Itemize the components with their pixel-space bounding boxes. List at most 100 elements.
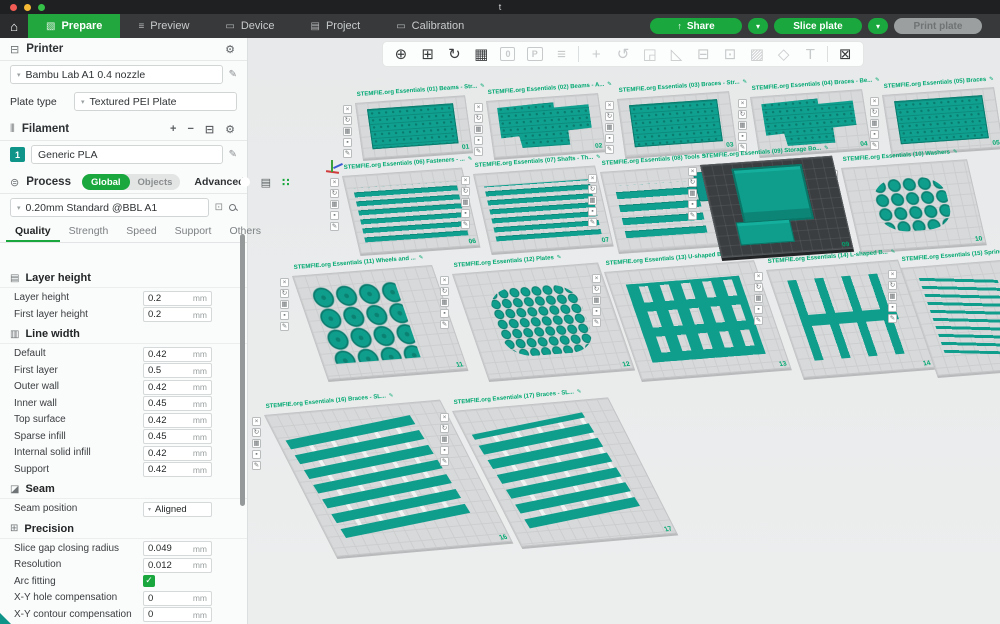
- plate-15[interactable]: STEMFIE.org Essentials (15) Spring Pins✎…: [888, 248, 1000, 376]
- plate-settings-icon[interactable]: ▦: [688, 189, 697, 198]
- plate-name-icon[interactable]: ✎: [330, 222, 339, 231]
- setting-input[interactable]: 0 mm: [143, 607, 212, 622]
- auto-orient-icon[interactable]: ↻: [445, 44, 465, 64]
- plate-close-icon[interactable]: ×: [440, 276, 449, 285]
- plate-surface[interactable]: 05: [882, 87, 1000, 155]
- add-model-icon[interactable]: ⊕: [391, 44, 411, 64]
- plate-settings-icon[interactable]: ▦: [754, 294, 763, 303]
- plate-arrange-icon[interactable]: ↻: [605, 112, 614, 121]
- 3d-viewport[interactable]: ⊕ ⊞ ↻ ▦ 0 P ≡ + ↺ ◲ ◺ ⊟ ⊡ ▨ ◇ T ⊠ STEMFIE.org Essentials…: [248, 38, 1000, 624]
- plate-close-icon[interactable]: ×: [280, 278, 289, 287]
- plate-surface[interactable]: 10: [841, 159, 987, 252]
- plate-arrange-icon[interactable]: ↻: [474, 114, 483, 123]
- plate-11[interactable]: STEMFIE.org Essentials (11) Wheels and .…: [280, 255, 468, 380]
- plate-surface[interactable]: 09: [700, 155, 854, 258]
- plate-objects[interactable]: [731, 164, 814, 224]
- plate-surface[interactable]: 17: [452, 397, 678, 547]
- plate-name-icon[interactable]: ✎: [888, 314, 897, 323]
- remove-filament-icon[interactable]: −: [185, 123, 195, 135]
- rotate-icon[interactable]: ↺: [613, 44, 633, 64]
- plate-name-icon[interactable]: ✎: [592, 318, 601, 327]
- process-scope-toggle[interactable]: Global Objects: [81, 174, 181, 190]
- fill-color-icon[interactable]: ▨: [747, 44, 767, 64]
- plate-13[interactable]: STEMFIE.org Essentials (13) U-shaped B..…: [592, 251, 792, 380]
- plate-arrange-icon[interactable]: ↻: [280, 289, 289, 298]
- preset-save-icon[interactable]: ⊡: [215, 202, 223, 213]
- process-preset-select[interactable]: ▾ 0.20mm Standard @BBL A1: [10, 198, 209, 217]
- plate-arrange-icon[interactable]: ↻: [754, 283, 763, 292]
- plate-name-icon[interactable]: ✎: [280, 322, 289, 331]
- plate-close-icon[interactable]: ×: [688, 167, 697, 176]
- sidebar-scrollbar[interactable]: [240, 234, 245, 506]
- plate-lock-icon[interactable]: ▪: [461, 209, 470, 218]
- plate-close-icon[interactable]: ×: [592, 274, 601, 283]
- plate-settings-icon[interactable]: ▦: [870, 119, 879, 128]
- plate-arrange-icon[interactable]: ↻: [461, 187, 470, 196]
- plate-name-icon[interactable]: ✎: [343, 149, 352, 158]
- plate-01[interactable]: STEMFIE.org Essentials (01) Beams - Str.…: [343, 83, 485, 159]
- add-filament-icon[interactable]: +: [168, 123, 178, 135]
- print-plate-button[interactable]: Print plate: [894, 18, 982, 34]
- plate-lock-icon[interactable]: ▪: [592, 307, 601, 316]
- plate-name-icon[interactable]: ✎: [252, 461, 261, 470]
- printer-edit-icon[interactable]: ✎: [229, 69, 237, 80]
- variable-layer-height-icon[interactable]: ≡: [552, 44, 572, 64]
- process-list-icon[interactable]: ▤: [259, 176, 273, 189]
- plate-objects[interactable]: [628, 99, 723, 147]
- plate-lock-icon[interactable]: ▪: [688, 200, 697, 209]
- plate-close-icon[interactable]: ×: [588, 174, 597, 183]
- plate-objects[interactable]: [308, 281, 421, 364]
- add-plate-icon[interactable]: ⊞: [418, 44, 438, 64]
- setting-input[interactable]: 0.2 mm: [143, 290, 212, 306]
- plate-objects[interactable]: [484, 179, 602, 242]
- plate-close-icon[interactable]: ×: [343, 105, 352, 114]
- plate-objects[interactable]: [484, 282, 598, 359]
- plate-arrange-icon[interactable]: ↻: [440, 424, 449, 433]
- plate-name-icon[interactable]: ✎: [440, 320, 449, 329]
- plate-settings-icon[interactable]: ▦: [252, 439, 261, 448]
- slice-options-button[interactable]: ▾: [748, 18, 768, 34]
- plate-surface[interactable]: 15: [900, 259, 1000, 376]
- plate-09[interactable]: STEMFIE.org Essentials (09) Storage Bo..…: [688, 145, 854, 258]
- plate-objects[interactable]: [366, 103, 459, 150]
- plate-lock-icon[interactable]: ▪: [440, 309, 449, 318]
- plate-close-icon[interactable]: ×: [461, 176, 470, 185]
- lay-on-face-icon[interactable]: ◺: [667, 44, 687, 64]
- plate-lock-icon[interactable]: ▪: [252, 450, 261, 459]
- filament-edit-icon[interactable]: ✎: [229, 149, 237, 160]
- setting-input[interactable]: 0.42 mm: [143, 346, 212, 362]
- preset-search-icon[interactable]: [229, 203, 237, 212]
- plate-03[interactable]: STEMFIE.org Essentials (03) Braces - Str…: [605, 79, 747, 157]
- home-button[interactable]: ⌂: [0, 14, 28, 38]
- plate-lock-icon[interactable]: ▪: [330, 211, 339, 220]
- plate-surface[interactable]: 02: [486, 93, 607, 158]
- setting-input[interactable]: 0.42 mm: [143, 412, 212, 428]
- plate-lock-icon[interactable]: ▪: [870, 130, 879, 139]
- plate-17[interactable]: STEMFIE.org Essentials (17) Braces - SL.…: [440, 389, 678, 547]
- plate-settings-icon[interactable]: ▦: [330, 200, 339, 209]
- plate-name-icon[interactable]: ✎: [474, 147, 483, 156]
- plate-arrange-icon[interactable]: ↻: [252, 428, 261, 437]
- plate-lock-icon[interactable]: ▪: [738, 132, 747, 141]
- plate-objects[interactable]: [353, 181, 469, 243]
- print-options-button[interactable]: ▾: [868, 18, 888, 34]
- plate-arrange-icon[interactable]: ↻: [870, 108, 879, 117]
- align-icon[interactable]: ⊡: [720, 44, 740, 64]
- setting-input[interactable]: 0.45 mm: [143, 396, 212, 411]
- plate-close-icon[interactable]: ×: [870, 97, 879, 106]
- plate-surface[interactable]: 06: [342, 167, 481, 254]
- plate-12[interactable]: STEMFIE.org Essentials (12) Plates ✎ × ↻ ▦ ▪ ✎…: [440, 255, 635, 380]
- plate-name-icon[interactable]: ✎: [688, 211, 697, 220]
- plate-settings-icon[interactable]: ▦: [440, 298, 449, 307]
- plate-06[interactable]: STEMFIE.org Essentials (06) Fasteners - …: [330, 156, 481, 254]
- plate-close-icon[interactable]: ×: [888, 270, 897, 279]
- plate-lock-icon[interactable]: ▪: [888, 303, 897, 312]
- setting-input[interactable]: 0 mm: [143, 590, 212, 606]
- plate-14[interactable]: STEMFIE.org Essentials (14) L-shaped B..…: [754, 249, 936, 378]
- add-text-icon[interactable]: T: [800, 44, 820, 64]
- plate-name-icon[interactable]: ✎: [870, 141, 879, 150]
- plate-lock-icon[interactable]: ▪: [280, 311, 289, 320]
- plate-settings-icon[interactable]: ▦: [440, 435, 449, 444]
- setting-select[interactable]: ▾ Aligned: [143, 501, 212, 517]
- plate-close-icon[interactable]: ×: [330, 178, 339, 187]
